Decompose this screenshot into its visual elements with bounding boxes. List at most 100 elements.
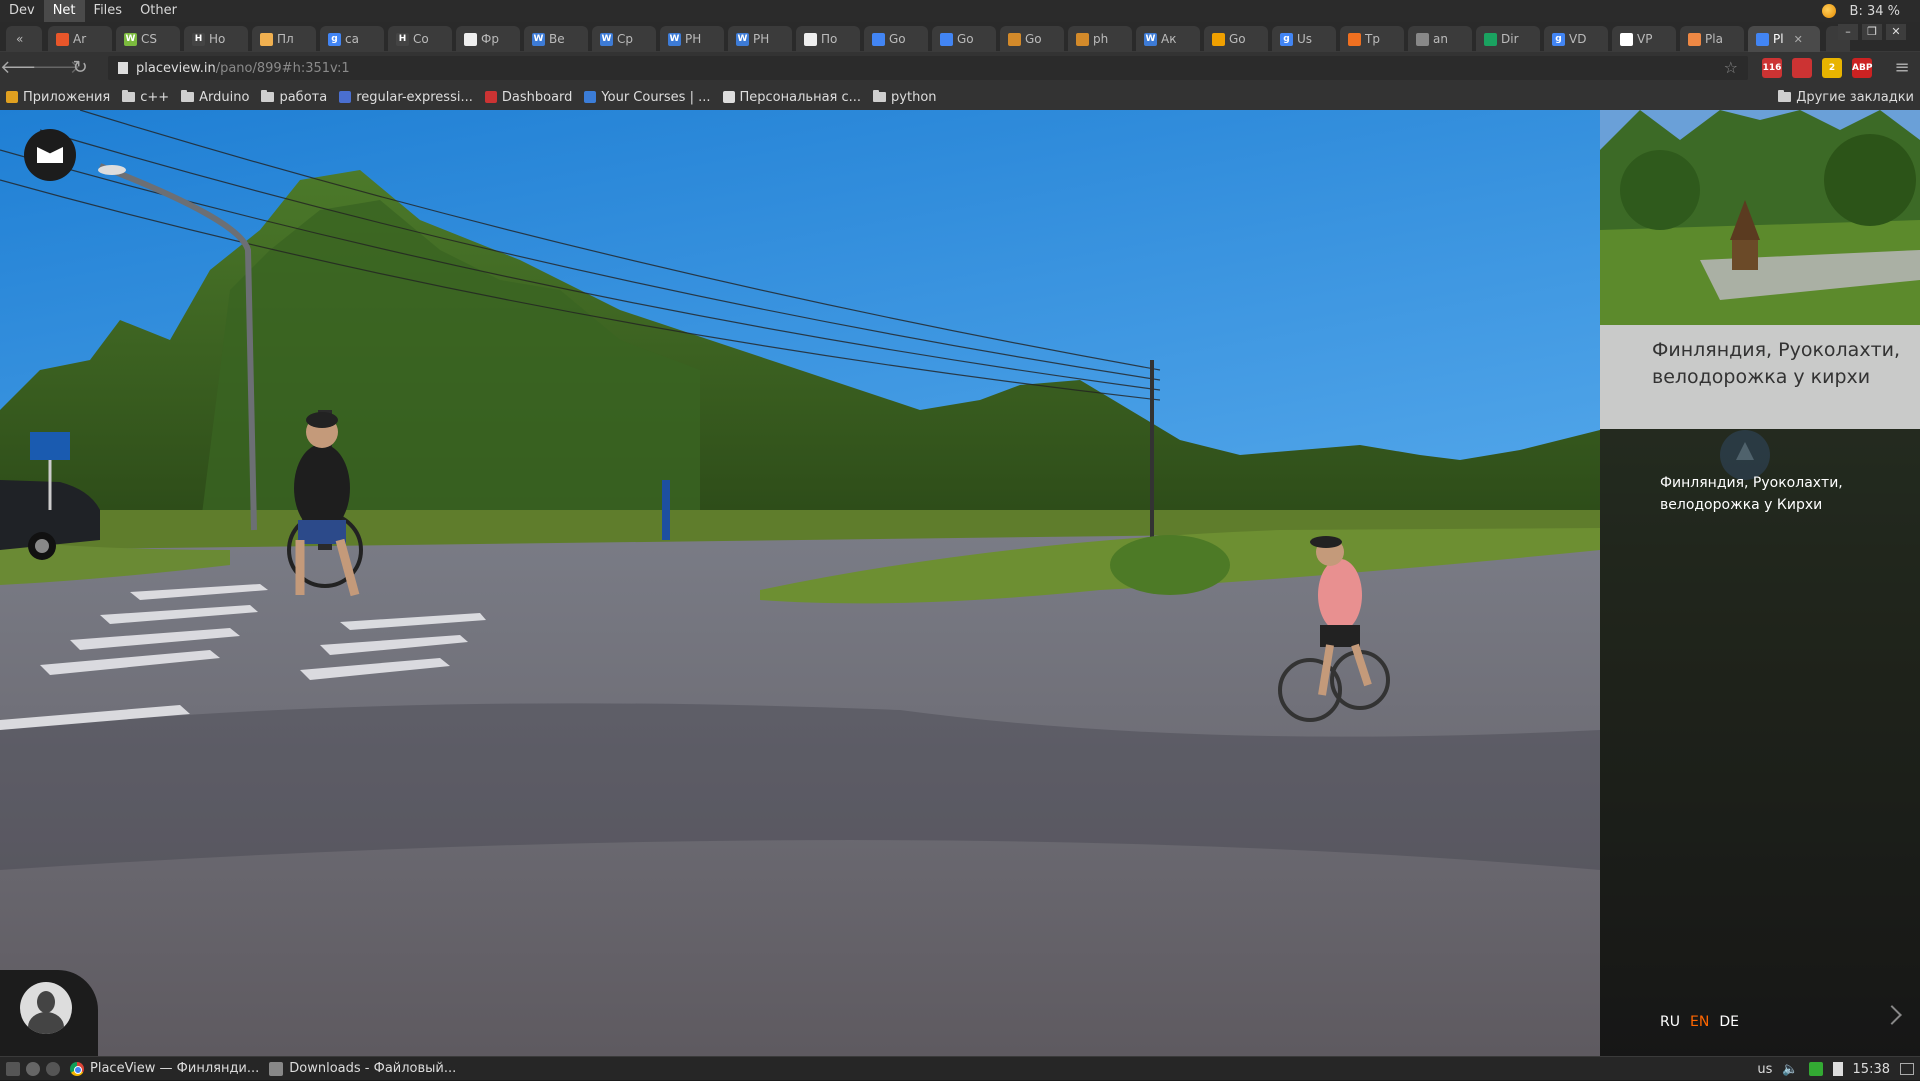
tab-close-icon[interactable]: ✕ — [1794, 33, 1803, 46]
back-button[interactable]: 🡐 — [0, 52, 48, 84]
menu-launcher-icon[interactable] — [6, 1061, 20, 1076]
forward-button[interactable]: 🡒 — [32, 52, 80, 84]
address-bar[interactable]: placeview.in/pano/899#h:351v:1 ☆ — [108, 56, 1748, 80]
tab-label: PH — [685, 32, 702, 46]
network-icon[interactable] — [1808, 1062, 1823, 1076]
lang-de[interactable]: DE — [1719, 1014, 1739, 1030]
keyboard-layout[interactable]: us — [1757, 1062, 1772, 1077]
adblock-extension-icon[interactable]: ABP — [1852, 58, 1872, 78]
notes-extension-icon[interactable]: 2 — [1822, 58, 1842, 78]
bookmark-extension-icon[interactable] — [1792, 58, 1812, 78]
browser-tab[interactable]: W VP — [1612, 26, 1676, 52]
bookmark-item[interactable]: regular-expressi... — [339, 90, 473, 105]
browser-tab[interactable]: Go — [1000, 26, 1064, 52]
bookmark-label: Приложения — [23, 89, 111, 105]
browser-tab[interactable]: W Ак — [1136, 26, 1200, 52]
menu-other[interactable]: Other — [131, 0, 186, 22]
bookmark-label: работа — [279, 89, 328, 105]
browser-menu-button[interactable]: ≡ — [1886, 52, 1918, 84]
volume-icon[interactable]: 🔈 — [1782, 1062, 1798, 1077]
gmail-extension-icon[interactable]: 116 — [1762, 58, 1782, 78]
bookmark-item[interactable]: Arduino — [181, 90, 249, 105]
folder-icon — [873, 90, 887, 102]
bookmark-item[interactable]: Персональная с... — [722, 90, 861, 105]
skype-icon[interactable] — [46, 1061, 60, 1076]
browser-tab[interactable]: g ca — [320, 26, 384, 52]
tab-favicon-icon: W — [1144, 32, 1157, 46]
bookmark-item[interactable]: c++ — [122, 90, 169, 105]
browser-tab[interactable]: Go — [864, 26, 928, 52]
browser-tab[interactable]: W PH — [660, 26, 724, 52]
tab-label: PH — [753, 32, 770, 46]
tab-favicon-icon — [872, 32, 885, 46]
user-profile-button[interactable] — [0, 970, 98, 1056]
bookmark-label: regular-expressi... — [356, 89, 473, 105]
tab-label: CS — [141, 32, 157, 46]
browser-tab[interactable]: g VD — [1544, 26, 1608, 52]
show-desktop-icon[interactable] — [1900, 1063, 1914, 1075]
tab-label: Go — [889, 32, 906, 46]
tab-favicon-icon: g — [1552, 32, 1565, 46]
tab-label: Пл — [277, 32, 294, 46]
browser-tab[interactable]: W Be — [524, 26, 588, 52]
home-button[interactable] — [24, 129, 76, 181]
browser-tab[interactable]: H Co — [388, 26, 452, 52]
panorama-view[interactable] — [0, 110, 1600, 1056]
bookmark-star-icon[interactable]: ☆ — [1724, 58, 1738, 77]
clock: 15:38 — [1852, 1061, 1890, 1077]
settings-icon[interactable] — [26, 1061, 40, 1076]
reload-button[interactable]: ↻ — [64, 52, 96, 84]
browser-tab[interactable]: W Ср — [592, 26, 656, 52]
browser-tab[interactable]: Pl ✕ — [1748, 26, 1820, 52]
location-thumbnail[interactable] — [1600, 110, 1920, 325]
navigation-bar: 🡐 🡒 ↻ placeview.in/pano/899#h:351v:1 ☆ — [0, 52, 1920, 84]
close-window-button[interactable]: ✕ — [1886, 24, 1906, 40]
notification-icon[interactable] — [1821, 4, 1836, 18]
bookmark-item[interactable]: Your Courses | ... — [584, 90, 711, 105]
browser-tab[interactable]: Pla — [1680, 26, 1744, 52]
info-sidebar: Финляндия, Руоколахти, велодорожка у кир… — [1600, 110, 1920, 1056]
browser-tab[interactable]: g Us — [1272, 26, 1336, 52]
menu-dev[interactable]: Dev — [0, 0, 44, 22]
tab-label: Ar — [73, 32, 87, 46]
page-icon — [339, 91, 352, 103]
menu-files[interactable]: Files — [85, 0, 132, 22]
thumbnail-image — [1600, 110, 1920, 325]
lang-en[interactable]: EN — [1690, 1014, 1709, 1030]
browser-tab[interactable]: Тр — [1340, 26, 1404, 52]
chrome-icon — [70, 1061, 84, 1076]
browser-tab[interactable]: По — [796, 26, 860, 52]
dashboard-icon — [484, 91, 497, 103]
browser-tab[interactable]: Пл — [252, 26, 316, 52]
minimize-window-button[interactable]: – — [1838, 24, 1858, 40]
bookmark-item[interactable]: Приложения — [6, 90, 110, 105]
menu-net[interactable]: Net — [43, 0, 85, 22]
lang-ru[interactable]: RU — [1660, 1014, 1680, 1030]
browser-tab[interactable]: W PH — [728, 26, 792, 52]
folder-icon — [261, 90, 275, 102]
restore-window-button[interactable]: ❐ — [1862, 24, 1882, 40]
browser-tab[interactable]: W CS — [116, 26, 180, 52]
courses-icon — [584, 91, 597, 103]
browser-tab[interactable]: Go — [1204, 26, 1268, 52]
browser-tab[interactable]: Go — [932, 26, 996, 52]
browser-tab[interactable]: Dir — [1476, 26, 1540, 52]
browser-tab[interactable]: H Ho — [184, 26, 248, 52]
task-chrome[interactable]: PlaceView — Финлянди... — [70, 1061, 259, 1076]
browser-tab[interactable]: Фр — [456, 26, 520, 52]
bookmark-item[interactable]: Dashboard — [484, 90, 572, 105]
clipboard-icon[interactable] — [1832, 1062, 1843, 1076]
tab-scroll-left[interactable]: « — [6, 26, 42, 52]
tab-favicon-icon: W — [532, 32, 545, 46]
other-bookmarks[interactable]: Другие закладки — [1778, 84, 1914, 110]
browser-tab[interactable]: Ar — [48, 26, 112, 52]
tab-label: Pla — [1705, 32, 1723, 46]
bookmark-label: c++ — [140, 89, 170, 105]
bookmark-item[interactable]: работа — [261, 90, 327, 105]
tab-label: Be — [549, 32, 565, 46]
task-file-manager[interactable]: Downloads - Файловый... — [269, 1061, 456, 1076]
bookmark-item[interactable]: python — [873, 90, 937, 105]
tab-favicon-icon — [1212, 32, 1225, 46]
browser-tab[interactable]: an — [1408, 26, 1472, 52]
browser-tab[interactable]: ph — [1068, 26, 1132, 52]
